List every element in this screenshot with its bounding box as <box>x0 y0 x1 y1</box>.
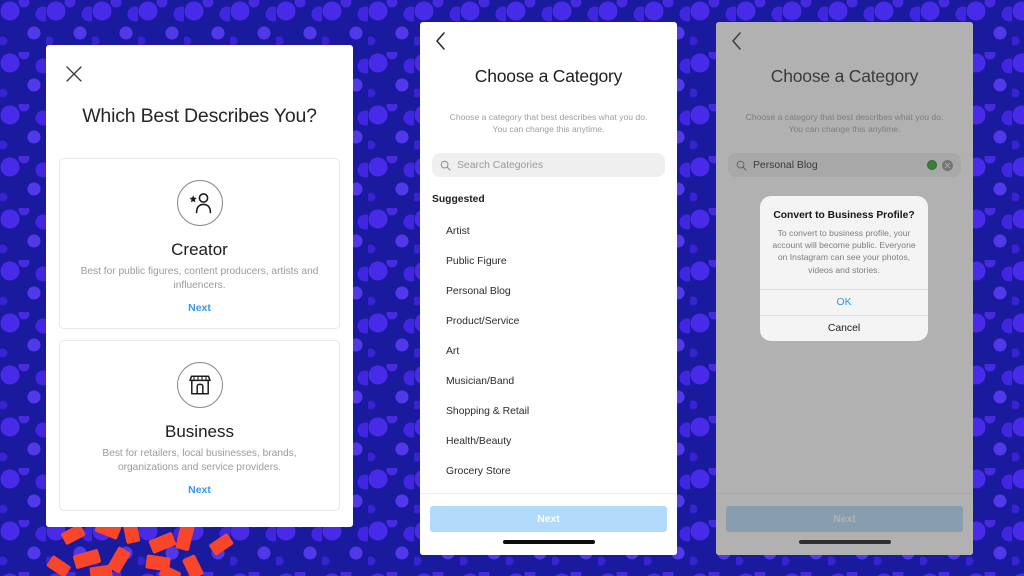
list-item[interactable]: Grocery Store <box>446 456 667 486</box>
card-title-business: Business <box>165 422 234 441</box>
home-indicator <box>502 540 595 544</box>
list-item[interactable]: Health/Beauty <box>446 426 667 456</box>
dialog-cancel-button[interactable]: Cancel <box>760 314 928 341</box>
business-next-button[interactable]: Next <box>60 484 339 496</box>
list-item[interactable]: Product/Service <box>446 306 667 336</box>
phone-screen-convert-confirm: Choose a Category Choose a category that… <box>716 22 973 555</box>
convert-confirmation-dialog: Convert to Business Profile? To convert … <box>760 196 928 341</box>
footer-bar: Next <box>420 493 677 555</box>
creator-person-star-icon <box>176 180 223 226</box>
category-list: Artist Public Figure Personal Blog Produ… <box>446 216 667 486</box>
search-icon <box>440 160 451 171</box>
option-card-business[interactable]: Business Best for retailers, local busin… <box>59 340 340 511</box>
page-title: Choose a Category <box>474 66 623 86</box>
phone-screen-choose-category: Choose a Category Choose a category that… <box>420 22 677 555</box>
list-item[interactable]: Shopping & Retail <box>446 396 667 426</box>
back-chevron-icon[interactable] <box>430 30 450 52</box>
option-card-creator[interactable]: Creator Best for public figures, content… <box>59 158 340 329</box>
list-item[interactable]: Art <box>446 336 667 366</box>
dialog-title: Convert to Business Profile? <box>773 210 915 221</box>
search-placeholder: Search Categories <box>457 159 544 171</box>
card-description-creator: Best for public figures, content produce… <box>80 266 319 291</box>
phone-screen-describes-you: Which Best Describes You? Creator Best f… <box>46 45 353 527</box>
card-description-business: Best for retailers, local businesses, br… <box>102 448 297 473</box>
next-button[interactable]: Next <box>430 506 667 532</box>
card-title-creator: Creator <box>171 240 228 259</box>
close-icon[interactable] <box>63 63 85 85</box>
search-input[interactable]: Search Categories <box>432 153 665 177</box>
page-subtitle: Choose a category that best describes wh… <box>449 112 648 135</box>
list-item[interactable]: Public Figure <box>446 246 667 276</box>
list-item[interactable]: Musician/Band <box>446 366 667 396</box>
list-item[interactable]: Personal Blog <box>446 276 667 306</box>
list-item[interactable]: Artist <box>446 216 667 246</box>
section-label-suggested: Suggested <box>432 194 485 205</box>
page-title: Which Best Describes You? <box>82 105 317 127</box>
screenshot-stage: Which Best Describes You? Creator Best f… <box>0 0 1024 576</box>
dialog-message: To convert to business profile, your acc… <box>772 228 916 275</box>
business-storefront-icon <box>176 362 223 408</box>
dialog-ok-button[interactable]: OK <box>760 288 928 315</box>
creator-next-button[interactable]: Next <box>60 302 339 314</box>
